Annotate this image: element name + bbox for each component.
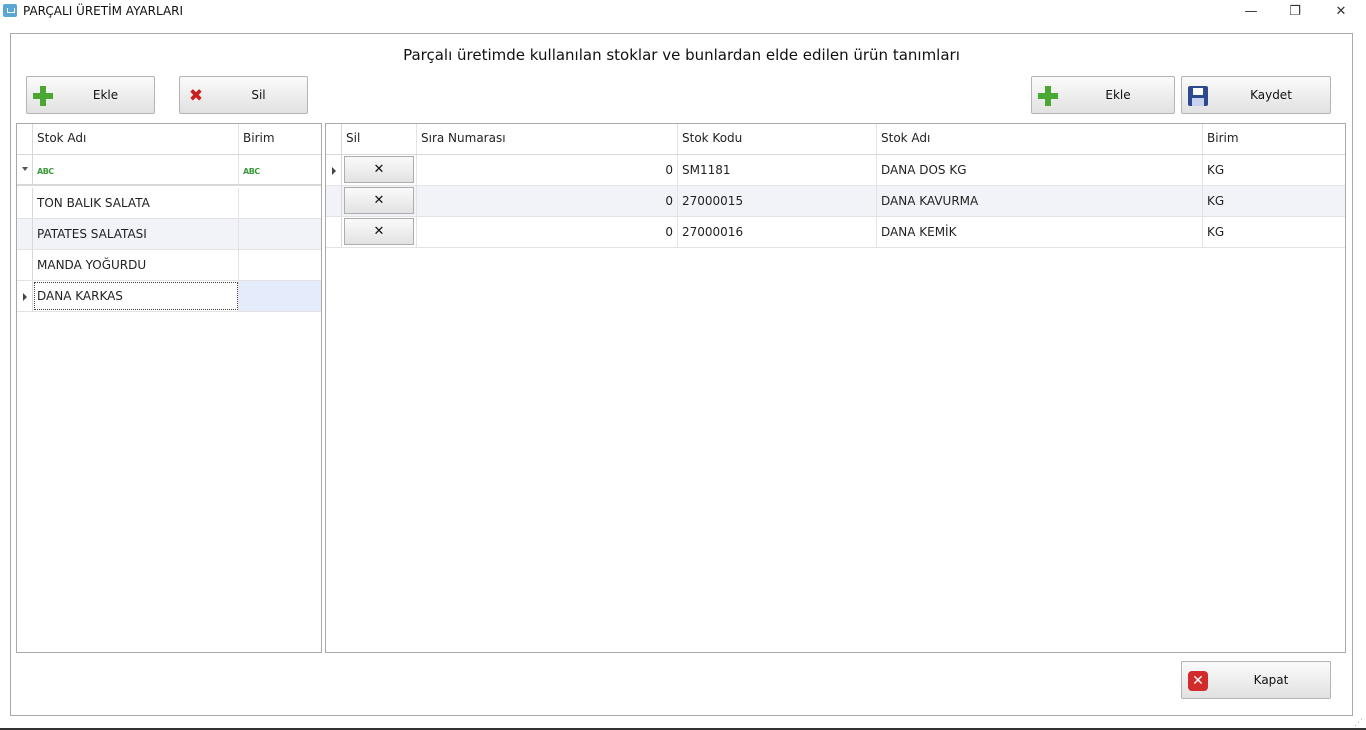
table-row[interactable]: TON BALIK SALATA [17,188,321,219]
cell-sira-numarasi[interactable]: 0 [417,186,678,216]
cell-stok-adi[interactable]: PATATES SALATASI [33,219,239,249]
cell-birim[interactable]: KG [1203,186,1345,216]
save-label: Kaydet [1250,88,1292,102]
close-window-button[interactable]: ✕ [1318,0,1364,23]
column-header-stok-adi[interactable]: Stok Adı [33,124,239,154]
cell-birim[interactable] [239,250,321,280]
filter-cell-stok-adi[interactable]: ABC [33,155,239,184]
row-delete-button[interactable]: ✕ [344,218,414,245]
table-row-selected[interactable]: DANA KARKAS [17,281,321,312]
left-add-label: Ekle [92,88,119,102]
window-title: PARÇALI ÜRETİM AYARLARI [23,4,184,18]
table-row[interactable]: ✕ 0 27000015 DANA KAVURMA KG [326,186,1345,217]
table-row[interactable]: ✕ 0 27000016 DANA KEMİK KG [326,217,1345,248]
cell-birim[interactable]: KG [1203,217,1345,247]
filter-cell-birim[interactable]: ABC [239,155,321,184]
resize-grip-icon[interactable]: ⋰ [1354,718,1364,728]
cell-sira-numarasi[interactable]: 0 [417,155,678,185]
cell-stok-kodu[interactable]: 27000016 [678,217,877,247]
cell-birim[interactable] [239,219,321,249]
right-add-button[interactable]: Ekle [1031,76,1175,114]
cell-birim[interactable] [239,281,321,311]
filter-row: ABC ABC [17,155,321,186]
page-title: Parçalı üretimde kullanılan stoklar ve b… [403,46,960,64]
cell-stok-adi[interactable]: MANDA YOĞURDU [33,250,239,280]
column-header-stok-adi[interactable]: Stok Adı [877,124,1203,154]
left-delete-button[interactable]: ✖ Sil [179,76,308,114]
right-add-label: Ekle [1105,88,1131,102]
grid-header-row: Stok Adı Birim [17,124,321,155]
row-indicator-icon [23,293,27,301]
column-header-sil[interactable]: Sil [342,124,417,154]
product-definition-grid[interactable]: Sil Sıra Numarası Stok Kodu Stok Adı Bir… [325,123,1346,653]
close-icon: ✕ [1188,671,1208,691]
cell-birim[interactable]: KG [1203,155,1345,185]
cell-sira-numarasi[interactable]: 0 [417,217,678,247]
row-delete-button[interactable]: ✕ [344,156,414,183]
kapat-button[interactable]: ✕ Kapat [1181,661,1331,699]
plus-icon [1038,86,1058,106]
abc-filter-icon: ABC [37,167,54,176]
cell-stok-adi[interactable]: DANA KEMİK [877,217,1203,247]
cell-stok-adi[interactable]: DANA KAVURMA [877,186,1203,216]
table-row[interactable]: PATATES SALATASI [17,219,321,250]
save-button[interactable]: Kaydet [1181,76,1331,114]
cell-stok-adi[interactable]: TON BALIK SALATA [33,188,239,218]
column-header-birim[interactable]: Birim [239,124,321,154]
stock-list-grid[interactable]: Stok Adı Birim ABC ABC TON BALIK SALATA … [16,123,322,653]
cell-stok-kodu[interactable]: 27000015 [678,186,877,216]
abc-filter-icon: ABC [243,167,260,176]
grid-header-row: Sil Sıra Numarası Stok Kodu Stok Adı Bir… [326,124,1345,155]
cell-stok-adi[interactable]: DANA DOS KG [877,155,1203,185]
left-delete-label: Sil [251,88,266,102]
window-titlebar: PARÇALI ÜRETİM AYARLARI — ❐ ✕ [0,0,1366,23]
column-header-birim[interactable]: Birim [1203,124,1345,154]
delete-x-icon: ✖ [188,86,204,106]
column-header-stok-kodu[interactable]: Stok Kodu [678,124,877,154]
column-header-sira-numarasi[interactable]: Sıra Numarası [417,124,678,154]
minimize-button[interactable]: — [1228,0,1274,23]
app-icon [3,4,17,17]
table-row[interactable]: MANDA YOĞURDU [17,250,321,281]
cell-stok-kodu[interactable]: SM1181 [678,155,877,185]
maximize-button[interactable]: ❐ [1272,0,1318,23]
cell-birim[interactable] [239,188,321,218]
table-row[interactable]: ✕ 0 SM1181 DANA DOS KG KG [326,155,1345,186]
kapat-label: Kapat [1253,673,1289,687]
left-add-button[interactable]: Ekle [26,76,155,114]
row-indicator-icon [332,167,336,175]
save-icon [1188,86,1208,106]
cell-stok-adi[interactable]: DANA KARKAS [33,281,239,311]
plus-icon [33,86,53,106]
row-delete-button[interactable]: ✕ [344,187,414,214]
main-panel: Parçalı üretimde kullanılan stoklar ve b… [10,33,1353,716]
filter-icon [22,167,28,171]
